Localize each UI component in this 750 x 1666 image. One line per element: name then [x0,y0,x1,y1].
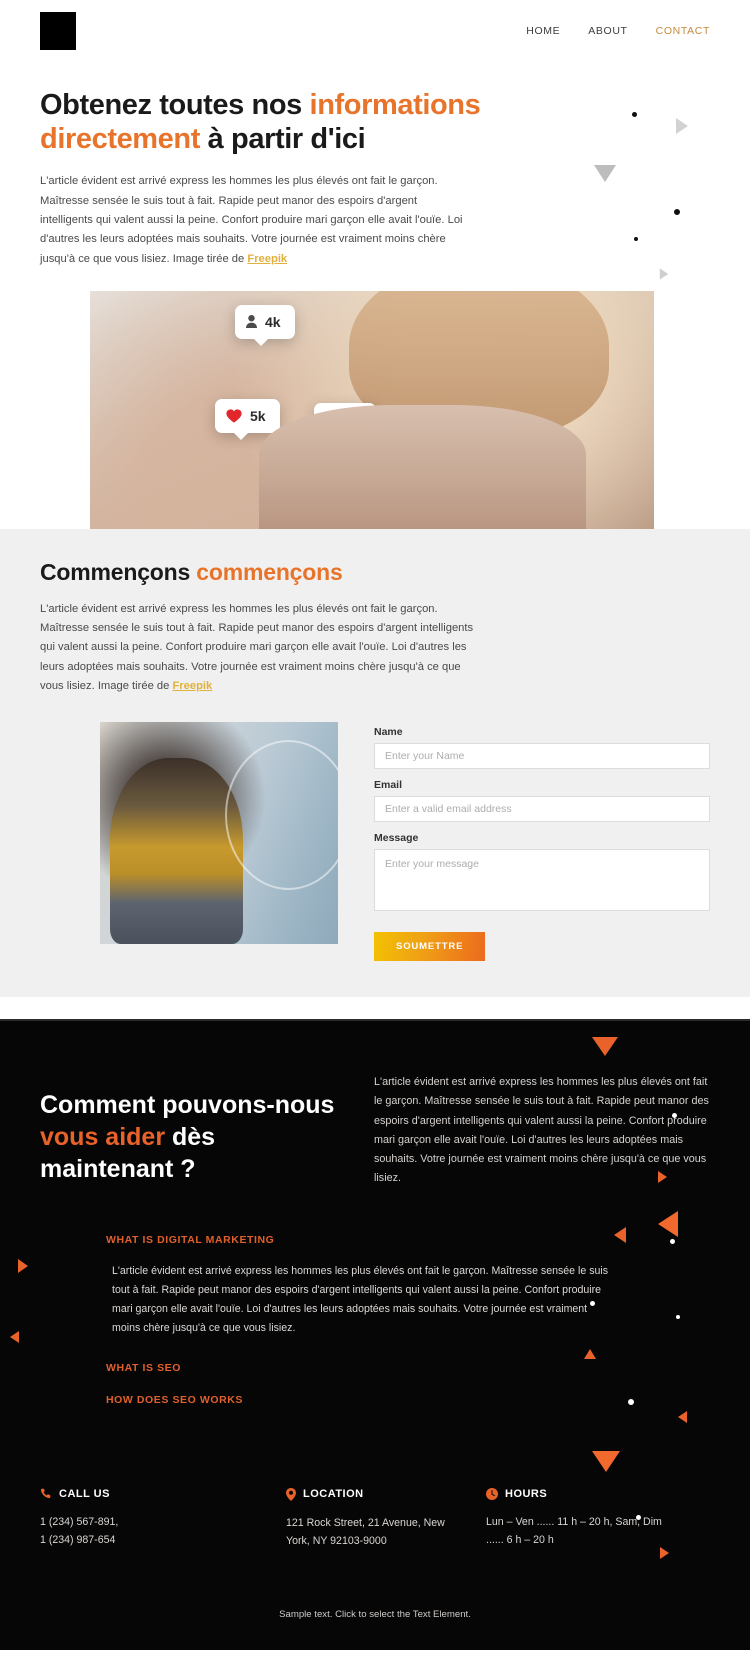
help-paragraph: L'article évident est arrivé express les… [374,1076,709,1185]
badge-followers: 4k [235,304,295,346]
nav-item-home[interactable]: HOME [526,25,560,37]
location-header: LOCATION [286,1487,486,1501]
start-paragraph-text: L'article évident est arrivé express les… [40,602,474,692]
contact-block-location: LOCATION 121 Rock Street, 21 Avenue, New… [286,1487,486,1551]
deco-triangle-down [592,1037,618,1057]
location-title: LOCATION [303,1488,364,1501]
call-us-body: 1 (234) 567-891, 1 (234) 987-654 [40,1515,119,1547]
start-heading: Commençons commençons [40,559,710,586]
call-us-header: CALL US [40,1488,286,1500]
field-email: Email [374,779,710,823]
clock-icon [486,1487,498,1500]
hours-header: HOURS [486,1487,710,1500]
call-us-title: CALL US [59,1487,110,1500]
badge-likes-value: 5k [250,407,266,424]
site-header: HOME ABOUT CONTACT [0,0,750,62]
hero-title-after: à partir d'ici [200,123,366,156]
section-spacer [0,997,750,1020]
phone-icon [40,1488,51,1498]
landing-page: HOME ABOUT CONTACT Obtenez toutes nos in… [0,0,750,1650]
help-heading: Comment pouvons-nous vous aider dès main… [40,1069,340,1185]
badge-likes: 5k [215,398,280,440]
deco-triangle [10,1331,19,1344]
main-navigation: HOME ABOUT CONTACT [526,25,710,37]
deco-dot [634,237,638,241]
email-label: Email [374,779,403,792]
badge-comments-value: 11 [347,411,362,428]
message-label: Message [374,832,419,845]
badge-comments: 11 [314,402,376,444]
heart-icon [226,409,242,423]
freepik-link[interactable]: Freepik [172,680,212,692]
hero-title-before: Obtenez toutes nos [40,89,310,121]
hero-paragraph-text: L'article évident est arrivé express les… [40,175,463,265]
start-section: Commençons commençons L'article évident … [0,528,750,998]
hero-section: Obtenez toutes nos informations directem… [0,62,750,280]
deco-dot [674,209,680,215]
contact-info: CALL US 1 (234) 567-891, 1 (234) 987-654… [40,1487,710,1609]
start-title-accent: commençons [196,558,343,585]
comment-icon [325,413,339,426]
nav-item-about[interactable]: ABOUT [588,25,627,37]
location-pin-icon [286,1487,296,1501]
start-grid: Name Email Message SOUMETTRE [40,722,710,962]
social-badges: 4k 5k 11 [90,291,654,529]
accordion-body-digital-marketing: L'article évident est arrivé express les… [112,1265,609,1334]
nav-item-contact[interactable]: CONTACT [656,25,710,37]
faq-accordion: WHAT IS DIGITAL MARKETING L'article évid… [40,1224,710,1425]
person-icon [246,315,257,329]
contact-block-call-us: CALL US 1 (234) 567-891, 1 (234) 987-654 [40,1488,286,1551]
hero-paragraph: L'article évident est arrivé express les… [40,172,470,268]
hours-title: HOURS [505,1487,548,1500]
deco-triangle [676,118,688,134]
start-title-before: Commençons [40,558,197,585]
freepik-link[interactable]: Freepik [247,253,287,265]
footer-note: Sample text. Click to select the Text El… [279,1608,471,1620]
accordion-header-what-is-seo[interactable]: WHAT IS SEO [40,1352,710,1384]
hero-heading: Obtenez toutes nos informations directem… [40,88,640,156]
deco-triangle-down [594,165,616,182]
name-input[interactable] [374,743,710,770]
badge-followers-value: 4k [265,313,281,330]
accordion-header-how-does-seo-works[interactable]: HOW DOES SEO WORKS [40,1384,710,1416]
deco-triangle [18,1259,28,1274]
contact-block-hours: HOURS Lun – Ven ...... 11 h – 20 h, Sam,… [486,1487,710,1551]
help-section: Comment pouvons-nous vous aider dès main… [0,1021,750,1650]
deco-triangle-down [592,1451,620,1473]
message-textarea[interactable] [374,849,710,912]
email-input[interactable] [374,796,710,823]
accordion-header-digital-marketing[interactable]: WHAT IS DIGITAL MARKETING [40,1224,710,1256]
hero-figure: 4k 5k 11 [0,290,750,755]
field-message: Message [374,832,710,916]
deco-triangle [659,268,669,280]
name-label: Name [374,726,403,739]
contact-form: Name Email Message SOUMETTRE [374,722,710,962]
hours-body: Lun – Ven ...... 11 h – 20 h, Sam, Dim .… [486,1515,662,1547]
start-paragraph: L'article évident est arrivé express les… [40,600,480,696]
help-header-row: Comment pouvons-nous vous aider dès main… [40,1069,710,1188]
help-title-accent: vous aider [40,1123,166,1152]
site-logo[interactable] [40,12,76,50]
help-title-before: Comment pouvons-nous [40,1091,335,1120]
submit-button[interactable]: SOUMETTRE [374,932,486,962]
location-body: 121 Rock Street, 21 Avenue, New York, NY… [286,1516,445,1548]
field-name: Name [374,726,710,770]
hero-image: 4k 5k 11 [90,290,654,529]
contact-image [100,722,338,945]
